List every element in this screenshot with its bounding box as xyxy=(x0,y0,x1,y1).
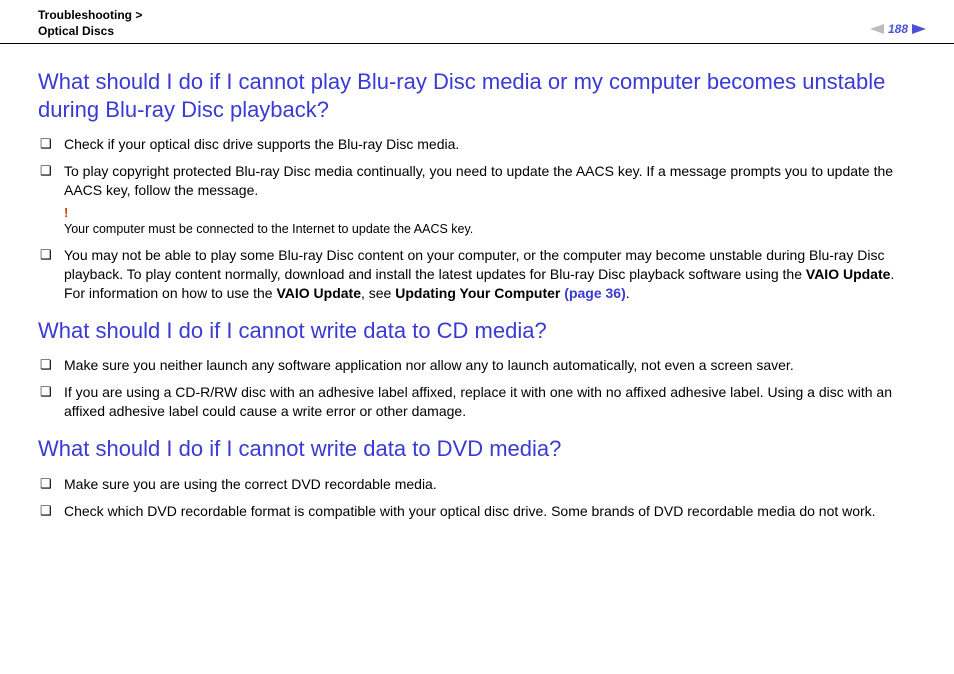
section-heading: What should I do if I cannot write data … xyxy=(38,435,916,463)
bold-text: Updating Your Computer xyxy=(395,285,564,301)
breadcrumb: Troubleshooting > Optical Discs xyxy=(38,8,142,39)
bold-text: VAIO Update xyxy=(276,285,361,301)
prev-page-icon[interactable] xyxy=(870,24,884,34)
page-number: 188 xyxy=(888,22,908,36)
list-item-text: If you are using a CD-R/RW disc with an … xyxy=(64,384,892,419)
note-text: Your computer must be connected to the I… xyxy=(64,221,916,238)
breadcrumb-section: Troubleshooting > xyxy=(38,8,142,22)
list-item: Make sure you neither launch any softwar… xyxy=(38,356,916,375)
breadcrumb-sub: Optical Discs xyxy=(38,24,114,38)
list-item-text: . xyxy=(890,266,894,282)
page-header: Troubleshooting > Optical Discs 188 xyxy=(0,0,954,44)
list-item-text: Check if your optical disc drive support… xyxy=(64,136,459,152)
list-item-text: For information on how to use the xyxy=(64,285,276,301)
list-item-text: You may not be able to play some Blu-ray… xyxy=(64,247,884,282)
list-item: You may not be able to play some Blu-ray… xyxy=(38,246,916,303)
list-item-text: Make sure you neither launch any softwar… xyxy=(64,357,794,373)
page-link[interactable]: (page 36) xyxy=(564,285,625,301)
list-item: If you are using a CD-R/RW disc with an … xyxy=(38,383,916,421)
list-item-text: To play copyright protected Blu-ray Disc… xyxy=(64,163,893,198)
list-item: Make sure you are using the correct DVD … xyxy=(38,475,916,494)
page-number-nav: 188 xyxy=(870,22,926,36)
list-item: Check if your optical disc drive support… xyxy=(38,135,916,154)
list-item-text: Check which DVD recordable format is com… xyxy=(64,503,876,519)
next-page-icon[interactable] xyxy=(912,24,926,34)
section-heading: What should I do if I cannot write data … xyxy=(38,317,916,345)
page-content: What should I do if I cannot play Blu-ra… xyxy=(0,44,954,520)
list-item: Check which DVD recordable format is com… xyxy=(38,502,916,521)
section-heading: What should I do if I cannot play Blu-ra… xyxy=(38,68,916,123)
bullet-list: Check if your optical disc drive support… xyxy=(38,135,916,303)
bullet-list: Make sure you neither launch any softwar… xyxy=(38,356,916,421)
bullet-list: Make sure you are using the correct DVD … xyxy=(38,475,916,521)
list-item: To play copyright protected Blu-ray Disc… xyxy=(38,162,916,238)
list-item-text: , see xyxy=(361,285,395,301)
bold-text: VAIO Update xyxy=(806,266,891,282)
list-item-text: Make sure you are using the correct DVD … xyxy=(64,476,437,492)
list-item-text: . xyxy=(626,285,630,301)
warning-icon: ! xyxy=(64,204,916,222)
